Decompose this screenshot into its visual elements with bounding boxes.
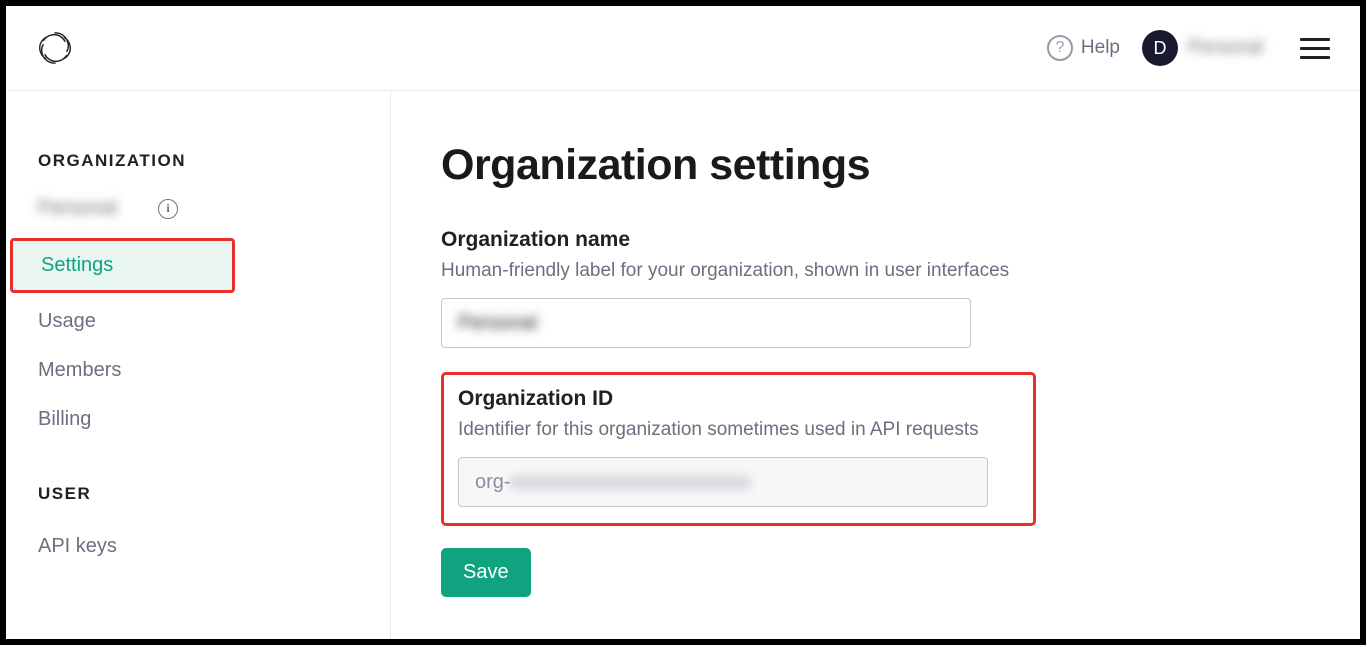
page-title: Organization settings [441,141,1310,190]
avatar: D [1142,30,1178,66]
body-wrap: ORGANIZATION Personal i Settings Usage M… [6,91,1360,639]
org-id-desc: Identifier for this organization sometim… [458,419,1019,441]
sidebar-item-billing[interactable]: Billing [6,395,390,444]
sidebar-user-section: USER API keys [6,484,390,571]
sidebar-heading-user: USER [6,484,390,504]
org-id-prefix: org- [475,471,511,494]
hamburger-menu-icon[interactable] [1300,38,1330,59]
header-right: ? Help D Personal [1047,30,1330,66]
sidebar-item-usage[interactable]: Usage [6,297,390,346]
org-id-label: Organization ID [458,387,1019,411]
org-id-value: xxxxxxxxxxxxxxxxxxxxxxxx [511,471,751,494]
sidebar-org-section: ORGANIZATION Personal i Settings Usage M… [6,151,390,444]
org-name-input[interactable]: Personal [441,298,971,348]
user-menu[interactable]: D Personal [1142,30,1278,66]
org-id-highlight-box: Organization ID Identifier for this orga… [441,372,1036,526]
sidebar-item-settings[interactable]: Settings [13,241,232,290]
help-label: Help [1081,37,1120,59]
org-name-label: Organization name [441,228,1310,252]
openai-logo-icon[interactable] [36,29,74,67]
settings-highlight-box: Settings [10,238,235,293]
main-content: Organization settings Organization name … [391,91,1360,639]
save-button[interactable]: Save [441,548,531,597]
help-icon: ? [1047,35,1073,61]
help-link[interactable]: ? Help [1047,35,1120,61]
sidebar-org-name-row[interactable]: Personal i [6,189,390,228]
org-name-value: Personal [458,312,537,335]
sidebar: ORGANIZATION Personal i Settings Usage M… [6,91,391,639]
org-name-desc: Human-friendly label for your organizati… [441,260,1310,282]
org-name-field-group: Organization name Human-friendly label f… [441,228,1310,348]
user-name-label: Personal [1188,37,1278,59]
org-id-input[interactable]: org-xxxxxxxxxxxxxxxxxxxxxxxx [458,457,988,507]
sidebar-item-members[interactable]: Members [6,346,390,395]
info-icon[interactable]: i [158,199,178,219]
sidebar-org-name: Personal [38,197,148,220]
sidebar-heading-organization: ORGANIZATION [6,151,390,171]
sidebar-item-api-keys[interactable]: API keys [6,522,390,571]
header: ? Help D Personal [6,6,1360,91]
